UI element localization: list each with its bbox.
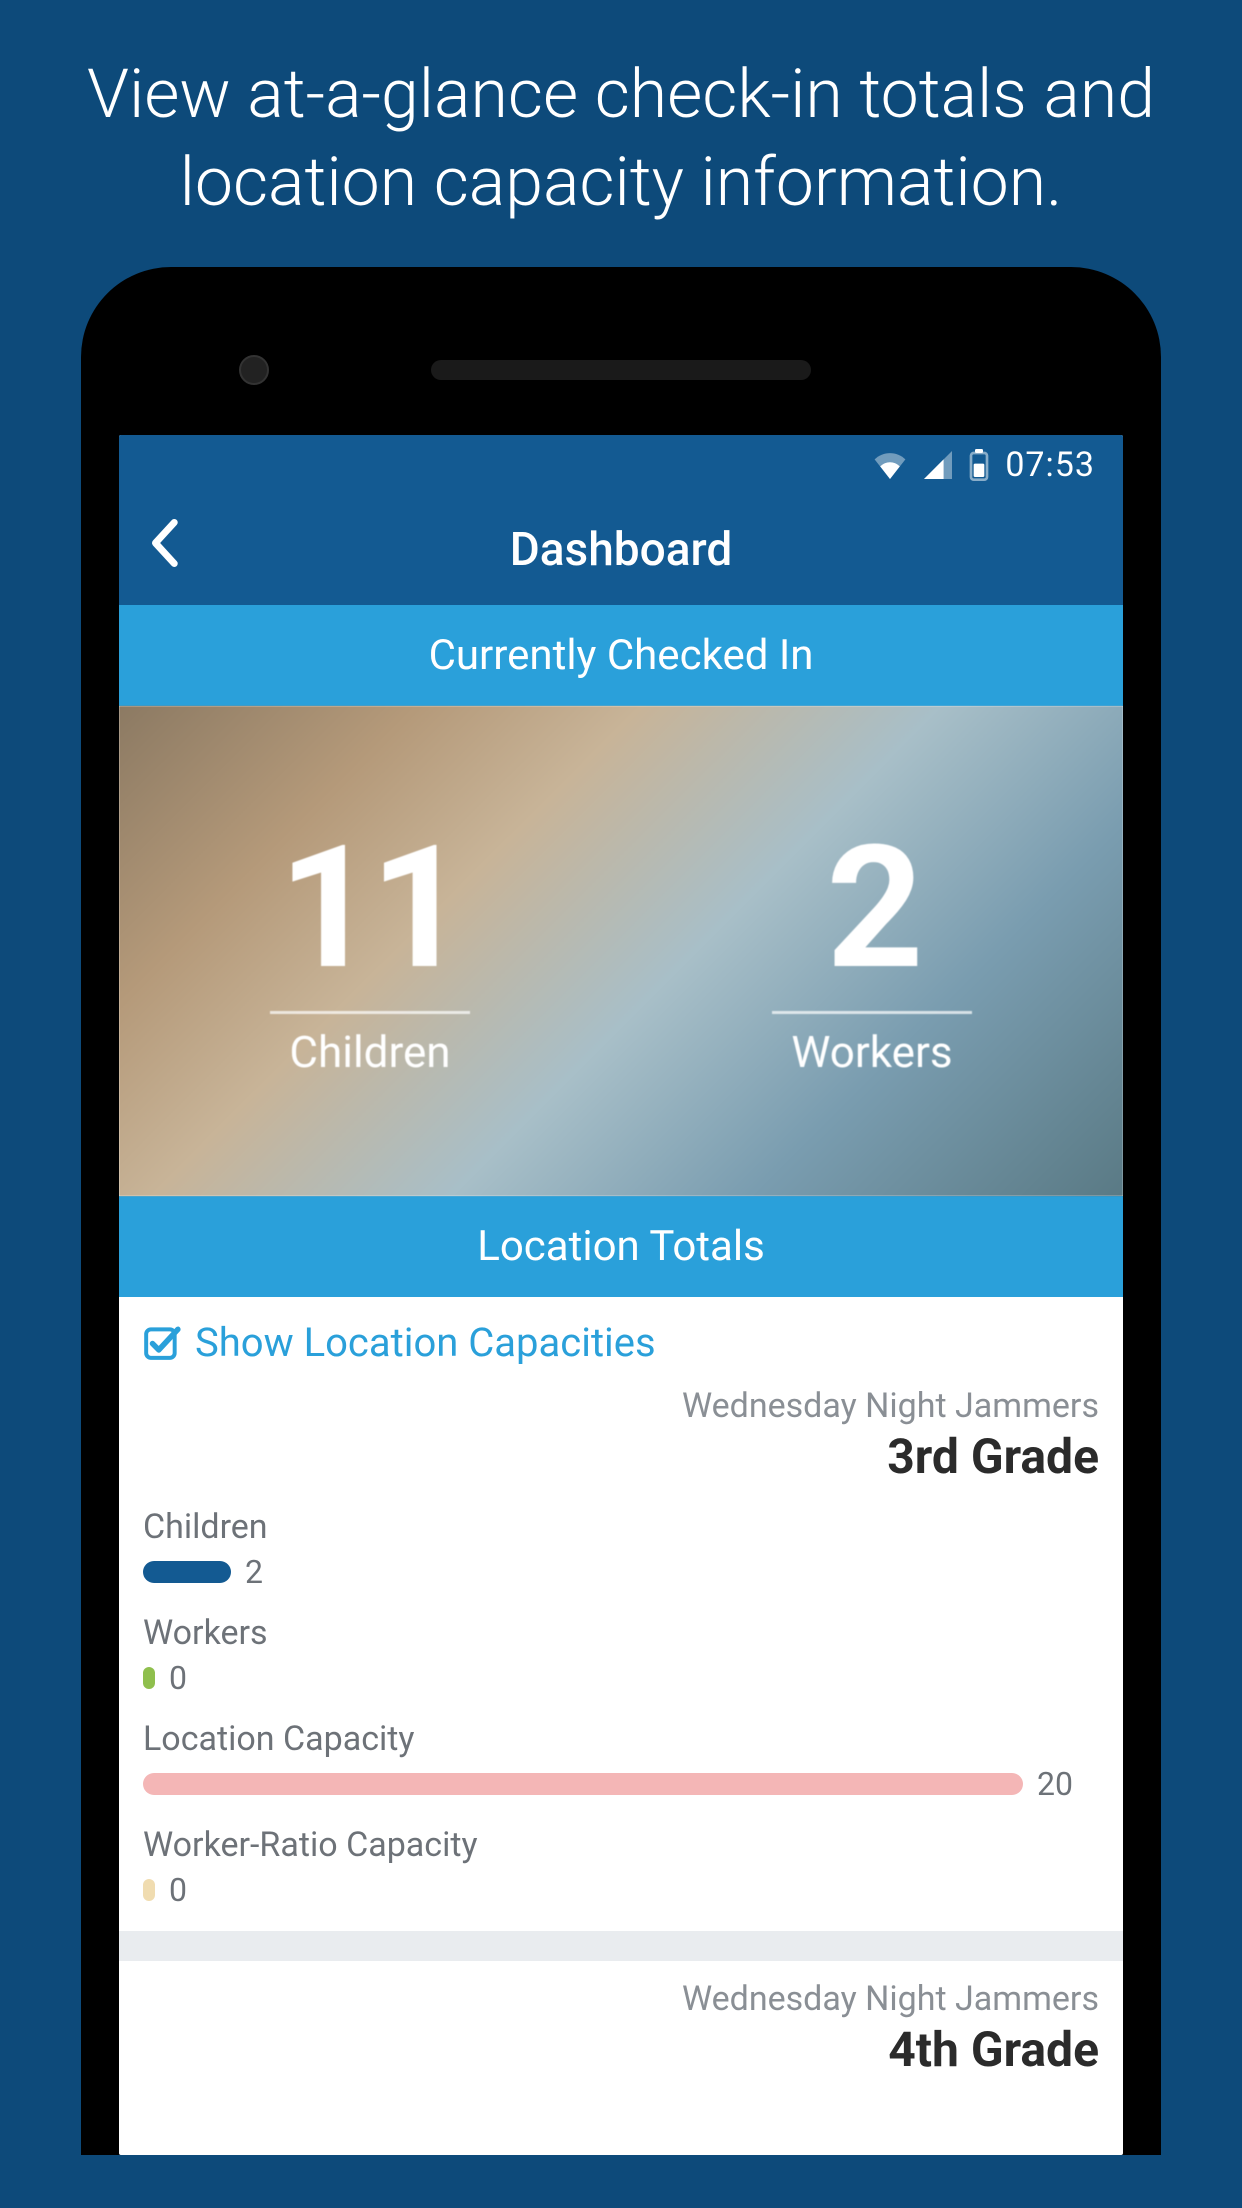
- children-count: 11: [278, 823, 461, 993]
- metric-children: Children 2: [143, 1507, 1099, 1591]
- bar-capacity-value: 20: [1037, 1765, 1073, 1803]
- workers-count: 2: [826, 823, 918, 993]
- show-capacities-label: Show Location Capacities: [195, 1319, 656, 1366]
- phone-bezel-top: [119, 305, 1123, 435]
- checked-in-hero: 11 Children 2 Workers: [119, 706, 1123, 1196]
- metric-capacity: Location Capacity 20: [143, 1719, 1099, 1803]
- bar-worker-ratio-value: 0: [169, 1871, 187, 1909]
- hero-children: 11 Children: [119, 706, 621, 1196]
- bar-worker-ratio: [143, 1879, 155, 1901]
- checkbox-checked-icon: [143, 1323, 181, 1361]
- cell-signal-icon: [923, 451, 953, 479]
- phone-frame: 07:53 Dashboard Currently Checked In 11 …: [81, 267, 1161, 2155]
- bar-workers: [143, 1667, 155, 1689]
- bar-children: [143, 1561, 231, 1583]
- wifi-icon: [873, 451, 907, 479]
- screen: 07:53 Dashboard Currently Checked In 11 …: [119, 435, 1123, 2155]
- phone-speaker: [431, 360, 811, 380]
- status-time: 07:53: [1005, 445, 1095, 485]
- workers-label: Workers: [791, 1026, 952, 1078]
- metric-workers: Workers 0: [143, 1613, 1099, 1697]
- page-title: Dashboard: [119, 523, 1123, 577]
- hero-workers: 2 Workers: [621, 706, 1123, 1196]
- promo-headline: View at-a-glance check-in totals and loc…: [0, 0, 1242, 267]
- bar-workers-value: 0: [169, 1659, 187, 1697]
- show-capacities-toggle[interactable]: Show Location Capacities: [119, 1297, 1123, 1376]
- location-event: Wednesday Night Jammers: [143, 1979, 1099, 2019]
- location-name: 3rd Grade: [143, 1428, 1099, 1485]
- bar-capacity: [143, 1773, 1023, 1795]
- appbar: Dashboard: [119, 495, 1123, 605]
- children-label: Children: [289, 1026, 450, 1078]
- location-totals-header: Location Totals: [119, 1196, 1123, 1297]
- metric-worker-ratio: Worker-Ratio Capacity 0: [143, 1825, 1099, 1909]
- checked-in-header: Currently Checked In: [119, 605, 1123, 706]
- bar-children-value: 2: [245, 1553, 263, 1591]
- statusbar: 07:53: [119, 435, 1123, 495]
- card-divider: [119, 1931, 1123, 1961]
- location-event: Wednesday Night Jammers: [143, 1386, 1099, 1426]
- back-button[interactable]: [149, 518, 189, 581]
- battery-icon: [969, 449, 989, 481]
- location-card[interactable]: Wednesday Night Jammers 3rd Grade Childr…: [119, 1376, 1123, 1931]
- phone-camera: [239, 355, 269, 385]
- location-card[interactable]: Wednesday Night Jammers 4th Grade: [119, 1961, 1123, 2100]
- location-name: 4th Grade: [143, 2021, 1099, 2078]
